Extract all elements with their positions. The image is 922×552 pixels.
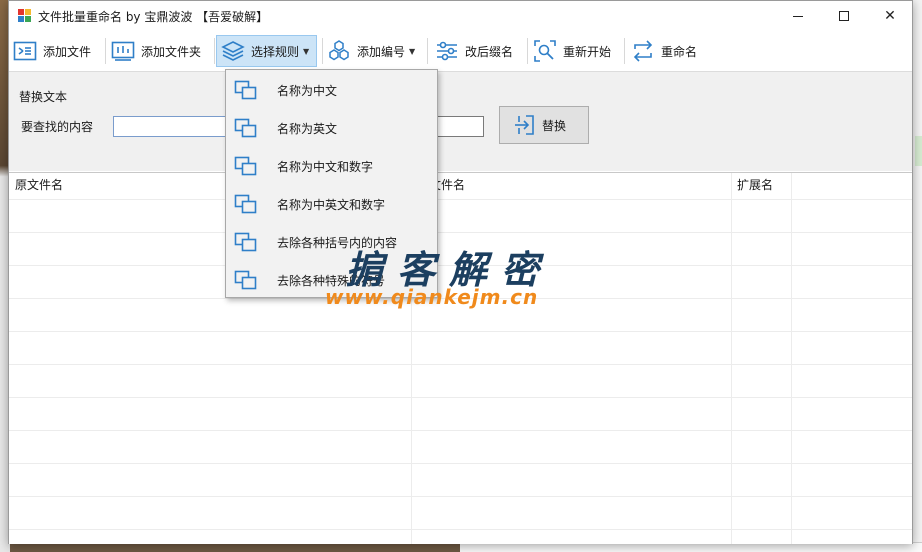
panel-title: 替换文本 xyxy=(19,90,68,104)
row-divider xyxy=(9,430,912,431)
find-input[interactable] xyxy=(113,116,233,137)
add-number-button[interactable]: 添加编号 ▼ xyxy=(327,35,415,67)
row-divider xyxy=(9,529,912,530)
menu-item-label: 名称为中文 xyxy=(277,83,338,98)
minimize-button[interactable] xyxy=(775,1,821,31)
app-icon xyxy=(18,9,32,23)
desktop-background-right xyxy=(912,0,922,552)
toolbar-separator xyxy=(214,38,215,64)
find-label: 要查找的内容 xyxy=(21,120,94,134)
column-header-extension[interactable]: 扩展名 xyxy=(731,173,791,199)
row-divider xyxy=(9,199,912,200)
row-divider xyxy=(9,397,912,398)
toolbar-separator xyxy=(322,38,323,64)
title-bar[interactable]: 文件批量重命名 by 宝鼎波波 【吾爱破解】 ✕ xyxy=(9,1,912,31)
add-folder-label: 添加文件夹 xyxy=(141,44,202,59)
rename-button[interactable]: 重命名 xyxy=(631,35,697,67)
replace-text-panel: 替换文本 要查找的内容 替换 xyxy=(9,71,912,171)
sliders-icon xyxy=(435,39,459,63)
add-number-label: 添加编号 xyxy=(357,44,406,59)
select-rule-label: 选择规则 xyxy=(251,44,300,59)
app-window: 文件批量重命名 by 宝鼎波波 【吾爱破解】 ✕ 添加文件 添加文件夹 选择规则… xyxy=(8,0,913,544)
chevron-down-icon: ▼ xyxy=(303,46,310,56)
select-rule-button[interactable]: 选择规则 ▼ xyxy=(216,35,317,67)
restart-label: 重新开始 xyxy=(563,44,612,59)
replace-button-label: 替换 xyxy=(542,118,567,133)
menu-item-chinese-digits[interactable]: 名称为中文和数字 xyxy=(227,147,436,185)
add-folder-button[interactable]: 添加文件夹 xyxy=(111,35,201,67)
add-file-icon xyxy=(13,39,37,63)
scan-search-icon xyxy=(533,39,557,63)
minimize-icon xyxy=(793,15,803,17)
window-title: 文件批量重命名 by 宝鼎波波 【吾爱破解】 xyxy=(38,10,269,24)
replace-button[interactable]: 替换 xyxy=(499,106,589,144)
chevron-down-icon: ▼ xyxy=(409,46,416,56)
menu-item-label: 名称为中文和数字 xyxy=(277,159,374,174)
toolbar-separator xyxy=(105,38,106,64)
close-icon: ✕ xyxy=(884,8,896,24)
close-button[interactable]: ✕ xyxy=(867,1,913,31)
copy-rectangles-icon xyxy=(227,117,265,139)
column-divider xyxy=(731,173,732,544)
toolbar-separator xyxy=(427,38,428,64)
swap-arrows-icon xyxy=(631,39,655,63)
maximize-button[interactable] xyxy=(821,1,867,31)
copy-rectangles-icon xyxy=(227,155,265,177)
change-extension-label: 改后缀名 xyxy=(465,44,514,59)
column-divider xyxy=(791,173,792,544)
change-extension-button[interactable]: 改后缀名 xyxy=(435,35,513,67)
toolbar: 添加文件 添加文件夹 选择规则 ▼ 添加编号 ▼ 改后缀名 重新开始 重命名 xyxy=(9,32,912,70)
row-divider xyxy=(9,232,912,233)
menu-item-label: 名称为英文 xyxy=(277,121,338,136)
molecule-icon xyxy=(327,39,351,63)
row-divider xyxy=(9,364,912,365)
column-header-new-name[interactable]: 新文件名 xyxy=(411,173,731,199)
row-divider xyxy=(9,331,912,332)
add-file-label: 添加文件 xyxy=(43,44,92,59)
toolbar-separator xyxy=(624,38,625,64)
toolbar-separator xyxy=(527,38,528,64)
sign-in-arrow-icon xyxy=(512,113,536,137)
file-list-grid[interactable]: 原文件名 新文件名 扩展名 xyxy=(9,172,912,544)
copy-rectangles-icon xyxy=(227,193,265,215)
restart-button[interactable]: 重新开始 xyxy=(533,35,611,67)
layers-icon xyxy=(221,39,245,63)
copy-rectangles-icon xyxy=(227,79,265,101)
add-folder-icon xyxy=(111,39,135,63)
maximize-icon xyxy=(839,11,849,21)
row-divider xyxy=(9,496,912,497)
row-divider xyxy=(9,463,912,464)
menu-item-label: 名称为中英文和数字 xyxy=(277,197,386,212)
menu-item-english-name[interactable]: 名称为英文 xyxy=(227,109,436,147)
menu-item-chinese-english-digits[interactable]: 名称为中英文和数字 xyxy=(227,185,436,223)
add-file-button[interactable]: 添加文件 xyxy=(13,35,91,67)
copy-rectangles-icon xyxy=(227,231,265,253)
rename-label: 重命名 xyxy=(661,44,698,59)
watermark-url: www.qiankejm.cn xyxy=(325,285,539,309)
menu-item-chinese-name[interactable]: 名称为中文 xyxy=(227,71,436,109)
copy-rectangles-icon xyxy=(227,269,265,291)
